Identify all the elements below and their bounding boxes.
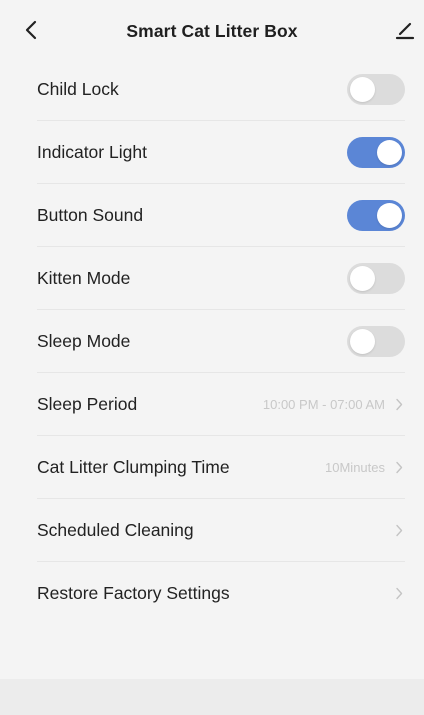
child-lock-toggle[interactable] xyxy=(347,73,405,105)
setting-control xyxy=(347,199,405,231)
setting-row-child-lock: Child Lock xyxy=(37,58,405,121)
setting-label: Restore Factory Settings xyxy=(37,583,230,603)
setting-label: Scheduled Cleaning xyxy=(37,519,194,540)
chevron-right-icon xyxy=(393,587,405,601)
setting-control xyxy=(393,587,405,601)
setting-label: Sleep Mode xyxy=(37,330,131,351)
toggle-knob xyxy=(377,202,402,228)
button-sound-toggle[interactable] xyxy=(347,199,405,231)
header-bar: Smart Cat Litter Box xyxy=(0,0,424,62)
chevron-right-icon xyxy=(393,397,405,411)
setting-label: Cat Litter Clumping Time xyxy=(37,456,230,477)
pencil-icon xyxy=(395,22,415,40)
setting-row-scheduled-cleaning[interactable]: Scheduled Cleaning xyxy=(37,499,405,562)
setting-label: Sleep Period xyxy=(37,393,138,414)
setting-label: Kitten Mode xyxy=(37,267,131,288)
chevron-right-icon xyxy=(393,523,405,537)
chevron-left-icon xyxy=(25,20,37,40)
chevron-right-icon xyxy=(393,460,405,474)
setting-control: 10Minutes xyxy=(325,460,405,475)
setting-row-button-sound: Button Sound xyxy=(37,184,405,247)
setting-row-cat-litter-clumping-time[interactable]: Cat Litter Clumping Time 10Minutes xyxy=(37,436,405,499)
setting-control xyxy=(347,262,405,294)
toggle-knob xyxy=(350,328,375,354)
setting-label: Child Lock xyxy=(37,78,119,99)
settings-screen: Smart Cat Litter Box Child Lock Indicator… xyxy=(0,0,424,715)
setting-row-indicator-light: Indicator Light xyxy=(37,121,405,184)
setting-label: Button Sound xyxy=(37,204,144,225)
page-title: Smart Cat Litter Box xyxy=(126,20,298,41)
setting-value: 10:00 PM - 07:00 AM xyxy=(262,396,385,412)
settings-list: Child Lock Indicator Light Button Sound Kit… xyxy=(0,58,424,625)
toggle-knob xyxy=(377,139,402,165)
toggle-knob xyxy=(350,76,375,102)
toggle-knob xyxy=(350,265,375,291)
setting-control xyxy=(347,136,405,168)
setting-control xyxy=(347,325,405,357)
setting-row-sleep-mode: Sleep Mode xyxy=(37,310,405,373)
setting-row-sleep-period[interactable]: Sleep Period 10:00 PM - 07:00 AM xyxy=(37,373,405,436)
kitten-mode-toggle[interactable] xyxy=(347,262,405,294)
setting-row-kitten-mode: Kitten Mode xyxy=(37,247,405,310)
back-button[interactable] xyxy=(18,15,44,45)
setting-control xyxy=(347,73,405,105)
sleep-mode-toggle[interactable] xyxy=(347,325,405,357)
setting-control xyxy=(393,523,405,537)
indicator-light-toggle[interactable] xyxy=(347,136,405,168)
setting-value: 10Minutes xyxy=(325,459,385,475)
bottom-bar xyxy=(0,679,424,715)
setting-row-restore-factory-settings[interactable]: Restore Factory Settings xyxy=(37,562,405,625)
setting-control: 10:00 PM - 07:00 AM xyxy=(263,397,405,412)
edit-button[interactable] xyxy=(392,16,418,44)
setting-label: Indicator Light xyxy=(37,141,147,162)
